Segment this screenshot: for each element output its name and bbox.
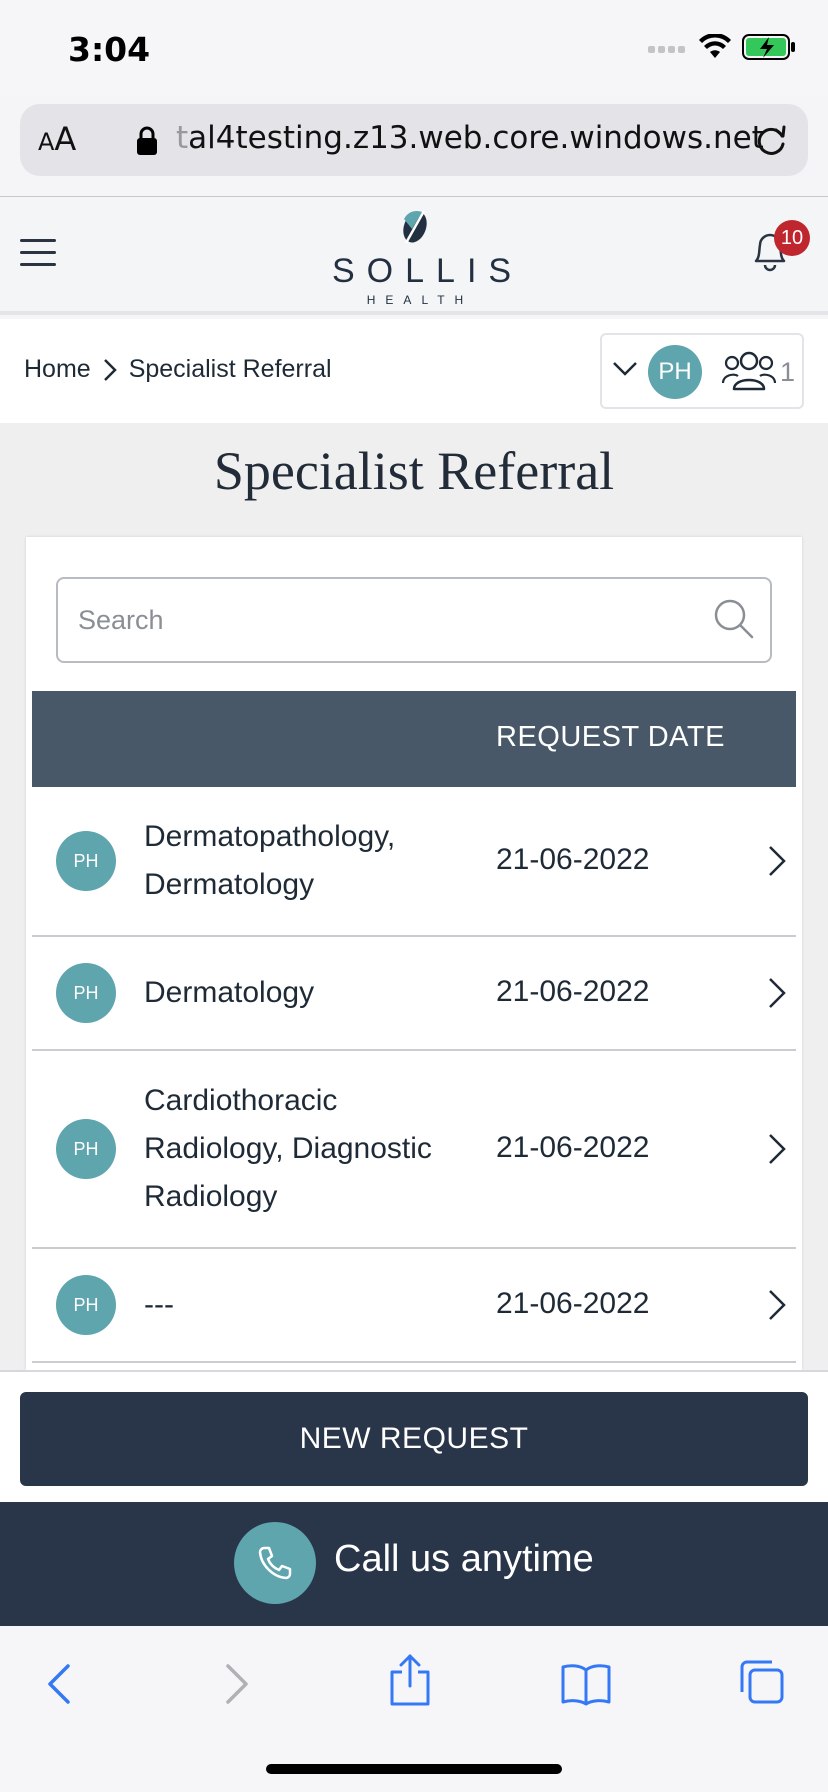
referral-specialty: Dermatology: [144, 976, 315, 1009]
status-bar: 3:04: [0, 0, 828, 96]
menu-icon[interactable]: [20, 239, 56, 267]
avatar: PH: [56, 1119, 116, 1179]
address-bar[interactable]: AA tal4testing.z13.web.core.windows.net: [20, 104, 808, 176]
tabs-icon[interactable]: [738, 1658, 786, 1706]
battery-charging-icon: [742, 34, 795, 60]
wifi-icon: [699, 34, 731, 58]
call-us-bar[interactable]: Call us anytime: [0, 1502, 828, 1626]
request-date: 21-06-2022: [496, 975, 650, 1008]
members-count: 1: [780, 357, 796, 387]
footer-action-bar: NEW REQUEST: [0, 1370, 828, 1502]
cellular-signal-icon: [648, 46, 685, 53]
breadcrumb-home-link[interactable]: Home: [24, 355, 91, 384]
request-date: 21-06-2022: [496, 1131, 650, 1164]
sollis-logo[interactable]: SOLLIS HEALTH: [320, 209, 524, 307]
chevron-right-icon[interactable]: [768, 1133, 786, 1165]
back-icon[interactable]: [44, 1662, 74, 1706]
new-request-button[interactable]: NEW REQUEST: [20, 1392, 808, 1486]
table-row[interactable]: PH --- 21-06-2022: [32, 1249, 796, 1363]
phone-glyph-icon: [258, 1546, 292, 1580]
status-time: 3:04: [68, 30, 151, 69]
breadcrumb: Home Specialist Referral: [24, 355, 332, 384]
table-row[interactable]: PH Dermatology 21-06-2022: [32, 937, 796, 1051]
forward-icon: [226, 1664, 248, 1704]
referral-card: REQUEST DATE PH Dermatopathology, Dermat…: [26, 537, 802, 1370]
avatar[interactable]: PH: [648, 345, 702, 399]
page-title: Specialist Referral: [213, 441, 615, 501]
chevron-right-icon[interactable]: [768, 977, 786, 1009]
column-header-request-date[interactable]: REQUEST DATE: [496, 721, 725, 754]
referral-specialty: ---: [144, 1288, 174, 1321]
referral-specialty: Dermatopathology, Dermatology: [144, 820, 396, 901]
avatar: PH: [56, 963, 116, 1023]
logo-subtitle: HEALTH: [366, 293, 474, 307]
table-header: REQUEST DATE: [32, 691, 796, 787]
profile-switcher[interactable]: PH 1: [600, 333, 804, 409]
request-date: 21-06-2022: [496, 1287, 650, 1320]
breadcrumb-bar: Home Specialist Referral PH 1: [0, 319, 828, 423]
phone-icon[interactable]: [234, 1522, 316, 1604]
text-size-button[interactable]: AA: [38, 120, 76, 158]
search-input[interactable]: [78, 579, 698, 661]
lock-icon: [137, 126, 157, 155]
call-us-text[interactable]: Call us anytime: [334, 1538, 594, 1581]
status-icons: [648, 34, 796, 60]
app-header: SOLLIS HEALTH: [0, 197, 828, 315]
request-date: 21-06-2022: [496, 843, 650, 876]
bookmarks-icon[interactable]: [560, 1662, 612, 1706]
search-icon[interactable]: [712, 597, 756, 641]
chevron-down-icon[interactable]: [612, 361, 638, 377]
chevron-right-icon[interactable]: [768, 1289, 786, 1321]
search-box[interactable]: [56, 577, 772, 663]
table-row[interactable]: PH Dermatopathology, Dermatology 21-06-2…: [32, 787, 796, 937]
home-indicator: [266, 1764, 562, 1774]
notification-badge[interactable]: 10: [774, 220, 810, 256]
url-text[interactable]: tal4testing.z13.web.core.windows.net: [176, 120, 764, 156]
logo-mark-icon: [403, 210, 427, 244]
breadcrumb-current: Specialist Referral: [128, 355, 332, 383]
logo-name: SOLLIS: [332, 252, 524, 290]
avatar: PH: [56, 1275, 116, 1335]
referral-specialty: Cardiothoracic Radiology, Diagnostic Rad…: [144, 1084, 432, 1213]
reload-icon[interactable]: [754, 122, 790, 158]
table-row[interactable]: PH Cardiothoracic Radiology, Diagnostic …: [32, 1051, 796, 1249]
family-members-icon[interactable]: [722, 349, 776, 393]
breadcrumb-chevron-icon: [103, 358, 117, 381]
share-icon[interactable]: [388, 1654, 432, 1706]
chevron-right-icon[interactable]: [768, 845, 786, 877]
avatar: PH: [56, 831, 116, 891]
